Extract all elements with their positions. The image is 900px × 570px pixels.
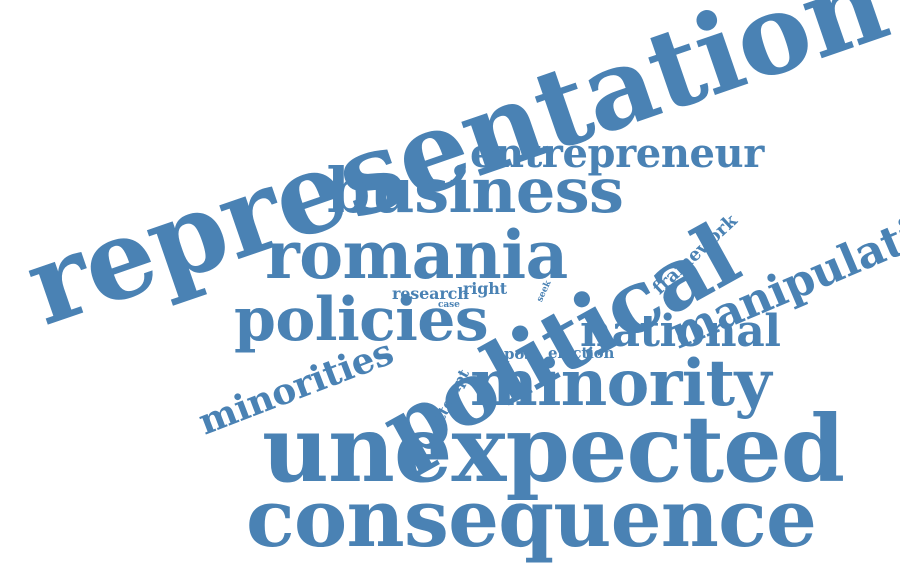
word-romania: romania (265, 216, 568, 294)
word-right: right (463, 279, 507, 298)
word-cloud: representation entrepreneur business rom… (0, 0, 900, 570)
word-case: case (438, 300, 460, 310)
word-consequence: consequence (246, 471, 817, 565)
word-business: business (327, 154, 624, 227)
